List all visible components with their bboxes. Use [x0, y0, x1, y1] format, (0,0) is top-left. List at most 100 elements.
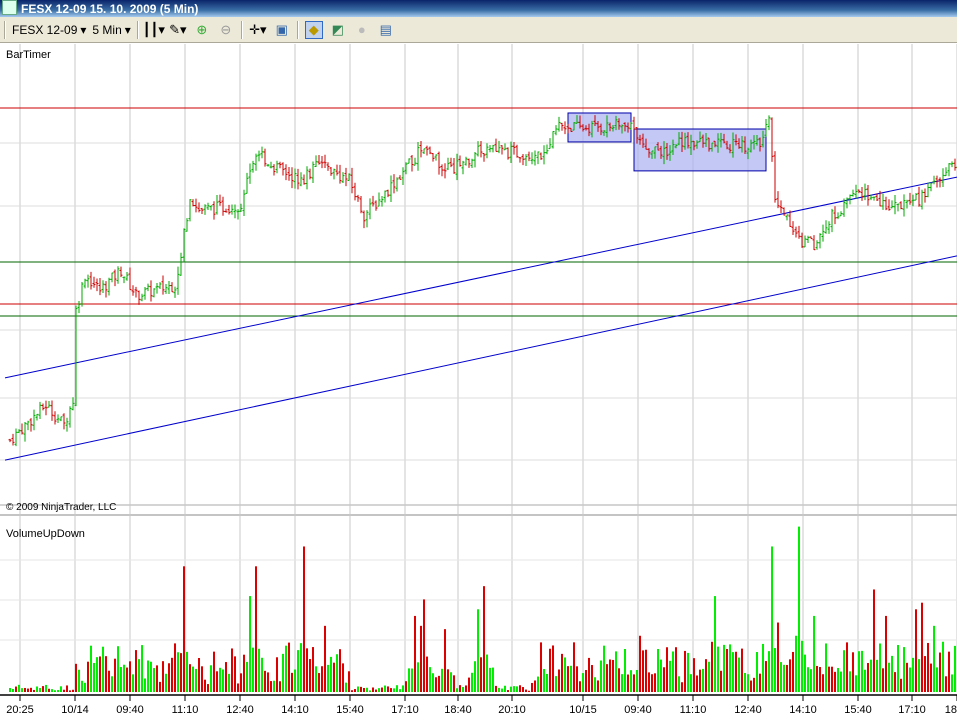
volume-bar: [291, 672, 293, 692]
volume-bar: [207, 684, 209, 692]
volume-bar: [327, 664, 329, 692]
volume-bar: [786, 664, 788, 692]
volume-bar: [903, 647, 905, 692]
volume-bar: [804, 654, 806, 692]
volume-bar: [654, 673, 656, 692]
volume-bar: [114, 658, 116, 692]
volume-bar: [312, 647, 314, 692]
volume-bar: [741, 648, 743, 692]
volume-bar: [372, 687, 374, 692]
x-tick-label: 20:10: [498, 704, 526, 716]
volume-bar: [663, 667, 665, 692]
volume-bar: [429, 667, 431, 692]
volume-bar: [399, 689, 401, 692]
volume-bar: [348, 671, 350, 692]
volume-bar: [636, 669, 638, 692]
volume-bar: [519, 685, 521, 692]
volume-bar: [870, 659, 872, 692]
volume-bar: [489, 667, 491, 692]
volume-bar: [954, 645, 956, 692]
volume-bar: [108, 670, 110, 692]
volume-bar: [936, 667, 938, 692]
volume-bar: [159, 681, 161, 692]
volume-bar: [330, 656, 332, 692]
volume-bar: [402, 685, 404, 692]
volume-panel-title: VolumeUpDown: [6, 528, 85, 540]
x-tick-label: 17:10: [898, 704, 926, 716]
x-tick-label: 14:10: [789, 704, 817, 716]
volume-bar: [882, 668, 884, 692]
volume-bar: [126, 667, 128, 692]
volume-bar: [165, 673, 167, 692]
volume-bar: [831, 666, 833, 692]
volume-bar: [474, 661, 476, 692]
volume-bar: [897, 645, 899, 692]
volume-bar: [780, 662, 782, 692]
volume-bar: [387, 686, 389, 692]
volume-bar: [849, 671, 851, 692]
volume-bar: [279, 681, 281, 692]
volume-bar: [765, 661, 767, 692]
volume-bar: [705, 659, 707, 692]
volume-bar: [828, 666, 830, 692]
chart-area[interactable]: 20:25 10/14 09:40 11:10 12:40 14:10 15:40 17:10…: [0, 0, 957, 724]
volume-bar: [255, 566, 257, 692]
x-tick-label: 15:40: [844, 704, 872, 716]
volume-bar: [66, 685, 68, 692]
volume-bar: [864, 669, 866, 692]
volume-bar: [366, 687, 368, 692]
volume-bar: [576, 666, 578, 692]
volume-bar: [627, 674, 629, 692]
volume-bar: [189, 664, 191, 692]
volume-bar: [195, 668, 197, 692]
volume-bar: [885, 615, 887, 692]
volume-bar: [417, 662, 419, 692]
x-tick-label: 11:10: [680, 704, 707, 716]
volume-bar: [540, 642, 542, 692]
volume-bar: [63, 689, 65, 692]
volume-bar: [360, 686, 362, 692]
volume-bar: [852, 652, 854, 692]
volume-bar: [459, 685, 461, 692]
volume-bar: [261, 657, 263, 692]
volume-bar: [777, 622, 779, 692]
volume-bar: [669, 660, 671, 692]
volume-bar: [942, 641, 944, 692]
volume-bar: [369, 690, 371, 692]
volume-bar: [639, 635, 641, 692]
volume-bar: [153, 668, 155, 692]
volume-bar: [162, 661, 164, 692]
volume-bar: [537, 676, 539, 692]
volume-bar: [723, 644, 725, 692]
volume-bar: [117, 646, 119, 692]
volume-bar: [816, 665, 818, 692]
volume-bar: [408, 668, 410, 692]
volume-bar: [522, 687, 524, 692]
volume-bar: [120, 667, 122, 692]
volume-bar: [480, 657, 482, 692]
volume-bar: [216, 671, 218, 692]
volume-bar: [624, 649, 626, 692]
volume-bar: [795, 635, 797, 692]
volume-bar: [486, 654, 488, 692]
volume-bar: [243, 654, 245, 692]
volume-bar: [450, 672, 452, 692]
volume-bar: [564, 657, 566, 692]
volume-bar: [309, 659, 311, 692]
volume-bar: [528, 690, 530, 692]
volume-bar: [708, 661, 710, 692]
volume-bar: [51, 689, 53, 692]
volume-bar: [513, 686, 515, 692]
volume-bar: [321, 666, 323, 692]
volume-bar: [72, 689, 74, 692]
volume-bar: [39, 688, 41, 692]
volume-bar: [141, 645, 143, 692]
volume-bar: [48, 688, 50, 692]
volume-bar: [783, 664, 785, 692]
volume-bar: [579, 681, 581, 692]
volume-bar: [249, 596, 251, 692]
volume-bar: [546, 673, 548, 692]
volume-bar: [42, 686, 44, 692]
volume-bar: [438, 675, 440, 692]
volume-bar: [687, 652, 689, 692]
